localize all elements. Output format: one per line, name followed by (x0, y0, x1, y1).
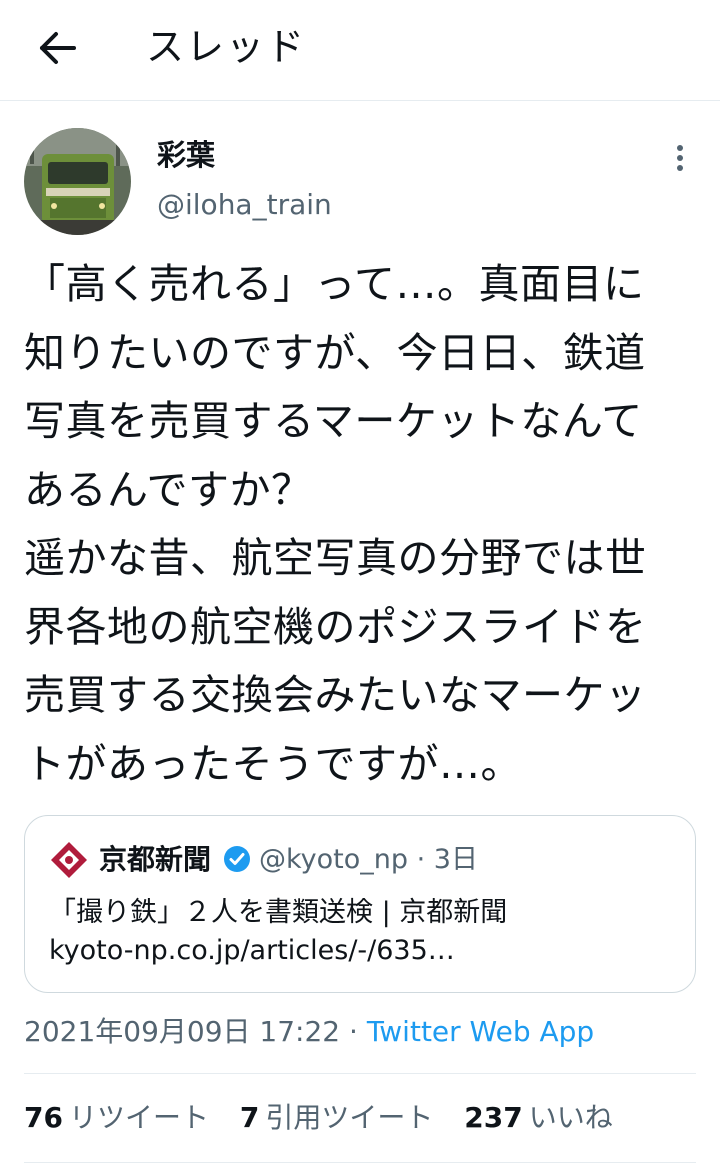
verified-badge-icon (223, 845, 251, 873)
arrow-left-icon (40, 32, 76, 64)
quotes-count: 7 (239, 1101, 260, 1134)
page-title: スレッド (146, 25, 307, 69)
avatar[interactable] (24, 128, 131, 235)
quoted-meta: @kyoto_np · 3日 (259, 841, 478, 879)
quoted-tweet-card[interactable]: 京都新聞 @kyoto_np · 3日 「撮り鉄」２人を書類送検 | 京都新聞 … (24, 815, 696, 993)
source-link[interactable]: Twitter Web App (367, 1015, 594, 1048)
tweet-text: 「高く売れる」って…。真面目に 知りたいのですが、今日日、鉄道 写真を売買するマ… (24, 250, 696, 798)
tweet-line: 知りたいのですが、今日日、鉄道 (24, 328, 646, 377)
quoted-author-name: 京都新聞 (99, 843, 212, 876)
quoted-link[interactable]: kyoto-np.co.jp/articles/-/635… (49, 932, 455, 970)
tweet-timestamp[interactable]: 2021年09月09日 17:22 (24, 1015, 340, 1048)
tweet-line: 「高く売れる」って…。真面目に (24, 260, 645, 308)
quoted-handle: @kyoto_np (259, 844, 409, 875)
top-bar: スレッド (0, 0, 720, 101)
tweet-line: あるんですか？ (24, 465, 313, 514)
quotes-stat[interactable]: 7 引用ツイート (240, 1098, 434, 1138)
likes-label: いいね (528, 1101, 613, 1134)
tweet-line: 遥かな昔、航空写真の分野では世 (24, 534, 647, 582)
more-vertical-icon (677, 145, 683, 171)
retweets-count: 76 (24, 1101, 63, 1134)
kyoto-np-logo (49, 840, 89, 880)
author-handle[interactable]: @iloha_train (157, 186, 332, 224)
retweets-label: リツイート (68, 1101, 209, 1134)
back-button[interactable] (30, 22, 82, 74)
meta-dot: · (408, 844, 434, 875)
more-button[interactable] (666, 140, 694, 180)
meta-separator: · (340, 1015, 367, 1048)
tweet-line: 写真を売買するマーケットなんて (24, 397, 643, 445)
tweet-timestamp-row: 2021年09月09日 17:22 · Twitter Web App (24, 1013, 594, 1051)
author-name[interactable]: 彩葉 (157, 136, 215, 174)
quoted-text: 「撮り鉄」２人を書類送検 | 京都新聞 (49, 897, 508, 928)
divider (24, 1073, 696, 1074)
engagement-stats: 76 リツイート 7 引用ツイート 237 いいね (24, 1098, 635, 1138)
tweet-line: トがあったそうですが…。 (24, 739, 522, 788)
quotes-label: 引用ツイート (265, 1101, 434, 1134)
tweet-line: 売買する交換会みたいなマーケッ (24, 671, 647, 719)
train-photo-avatar (24, 128, 131, 235)
quoted-age: 3日 (433, 844, 478, 875)
tweet-line: 界各地の航空機のポジスライドを (24, 602, 647, 651)
divider (24, 1162, 696, 1163)
retweets-stat[interactable]: 76 リツイート (24, 1098, 209, 1138)
likes-count: 237 (464, 1101, 523, 1134)
likes-stat[interactable]: 237 いいね (464, 1098, 612, 1138)
